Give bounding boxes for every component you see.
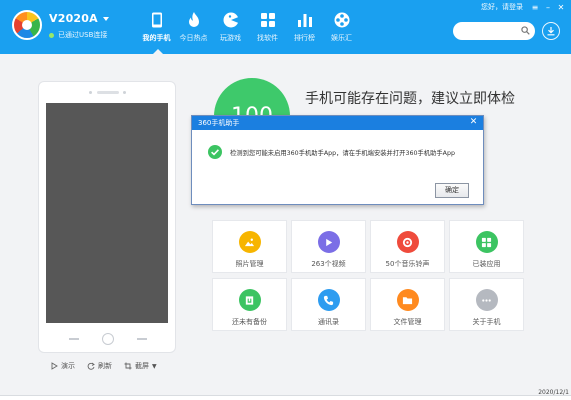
video-icon xyxy=(317,231,340,253)
refresh-icon xyxy=(87,362,95,370)
phone-icon xyxy=(151,12,162,28)
phone-screen-mirror[interactable] xyxy=(46,103,168,323)
tile-photos[interactable]: 照片管理 xyxy=(212,220,287,273)
login-link[interactable]: 您好，请登录 xyxy=(481,2,523,12)
tile-contacts[interactable]: 通讯录 xyxy=(291,278,366,331)
menu-key-icon xyxy=(137,338,147,340)
status-dot-icon xyxy=(49,32,54,38)
nav-label: 今日热点 xyxy=(179,34,208,42)
tile-label: 通讯录 xyxy=(318,318,339,326)
refresh-label: 刷新 xyxy=(98,362,112,370)
top-bar: V2020A 已通过USB连接 我的手机 今日热点 玩游戏 找软件 排行榜 娱乐… xyxy=(0,0,571,54)
chevron-down-icon xyxy=(102,17,109,21)
nav-entertainment[interactable]: 娱乐汇 xyxy=(323,0,360,54)
apps-icon xyxy=(260,13,275,27)
nav-label: 玩游戏 xyxy=(220,34,241,42)
phone-call-icon xyxy=(317,289,340,311)
folder-icon xyxy=(396,289,419,311)
nav-label: 排行榜 xyxy=(294,34,315,42)
search-box xyxy=(453,22,535,44)
tile-label: 50个音乐铃声 xyxy=(385,260,430,268)
close-window-icon[interactable]: ✕ xyxy=(555,2,567,12)
demo-label: 演示 xyxy=(61,362,75,370)
game-icon xyxy=(223,12,238,28)
tile-installed-apps[interactable]: 已装应用 xyxy=(449,220,524,273)
tile-file-manager[interactable]: 文件管理 xyxy=(370,278,445,331)
device-name: V2020A xyxy=(49,12,98,25)
phone-speaker xyxy=(97,91,119,94)
device-selector[interactable]: V2020A xyxy=(49,12,109,25)
tile-label: 263个视频 xyxy=(311,260,346,268)
nav-label: 娱乐汇 xyxy=(331,34,352,42)
nav-my-phone[interactable]: 我的手机 xyxy=(138,0,175,54)
dialog-message: 检测到您可能未启用360手机助手App，请在手机端安装并打开360手机助手App xyxy=(230,150,455,157)
play-icon xyxy=(51,362,58,370)
tile-videos[interactable]: 263个视频 xyxy=(291,220,366,273)
phone-preview xyxy=(38,81,176,353)
photo-icon xyxy=(238,231,261,253)
main-nav: 我的手机 今日热点 玩游戏 找软件 排行榜 娱乐汇 xyxy=(138,0,360,54)
tile-label: 还未有备份 xyxy=(232,318,267,326)
dialog-close-icon[interactable]: ✕ xyxy=(468,117,479,128)
search-input[interactable] xyxy=(453,26,517,44)
nav-label: 我的手机 xyxy=(142,34,171,42)
bar-chart-icon xyxy=(297,14,312,27)
connection-status: 已通过USB连接 xyxy=(49,30,107,40)
dialog-title: 360手机助手 xyxy=(192,116,483,130)
chevron-down-icon[interactable]: ▼ xyxy=(152,363,157,370)
crop-icon xyxy=(124,362,132,370)
nav-ranking[interactable]: 排行榜 xyxy=(286,0,323,54)
home-button-icon xyxy=(102,333,114,345)
download-icon xyxy=(547,27,555,36)
tile-backup[interactable]: 还未有备份 xyxy=(212,278,287,331)
nav-hot-news[interactable]: 今日热点 xyxy=(175,0,212,54)
nav-games[interactable]: 玩游戏 xyxy=(212,0,249,54)
backup-icon xyxy=(238,289,261,311)
demo-button[interactable]: 演示 xyxy=(50,361,75,371)
sensor-dot xyxy=(123,91,126,94)
tools-grid: 照片管理 263个视频 50个音乐铃声 已装应用 还未有备份 通讯录 文件管理 … xyxy=(212,220,524,331)
download-manager-button[interactable] xyxy=(542,22,560,40)
minimize-icon[interactable]: – xyxy=(542,2,554,12)
menu-icon[interactable]: ≡ xyxy=(529,2,541,12)
tile-label: 照片管理 xyxy=(235,260,264,268)
taskbar-edge xyxy=(0,395,571,400)
nav-software[interactable]: 找软件 xyxy=(249,0,286,54)
success-check-icon xyxy=(208,145,222,159)
nav-label: 找软件 xyxy=(257,34,278,42)
more-icon xyxy=(475,289,498,311)
dialog-ok-button[interactable]: 确定 xyxy=(435,183,469,198)
window-controls: 您好，请登录 ≡ – ✕ xyxy=(481,2,567,12)
tile-about-phone[interactable]: 关于手机 xyxy=(449,278,524,331)
refresh-button[interactable]: 刷新 xyxy=(87,361,112,371)
tile-label: 文件管理 xyxy=(393,318,422,326)
film-icon xyxy=(334,12,349,28)
camera-dot xyxy=(89,91,92,94)
apps-icon xyxy=(475,231,498,253)
system-clock: 2020/12/1 xyxy=(538,389,569,396)
search-icon[interactable] xyxy=(521,26,530,35)
app-logo xyxy=(12,10,42,40)
health-check-title: 手机可能存在问题，建议立即体检 xyxy=(305,91,515,107)
tile-label: 已装应用 xyxy=(472,260,501,268)
flame-icon xyxy=(188,12,199,27)
tile-label: 关于手机 xyxy=(472,318,501,326)
music-icon xyxy=(396,231,419,253)
screenshot-label: 截屏 xyxy=(135,362,149,370)
back-key-icon xyxy=(69,338,79,340)
tile-ringtones[interactable]: 50个音乐铃声 xyxy=(370,220,445,273)
screenshot-button[interactable]: 截屏 ▼ xyxy=(124,361,157,371)
phone-toolbar: 演示 刷新 截屏 ▼ xyxy=(50,361,169,371)
connection-status-label: 已通过USB连接 xyxy=(58,31,108,39)
